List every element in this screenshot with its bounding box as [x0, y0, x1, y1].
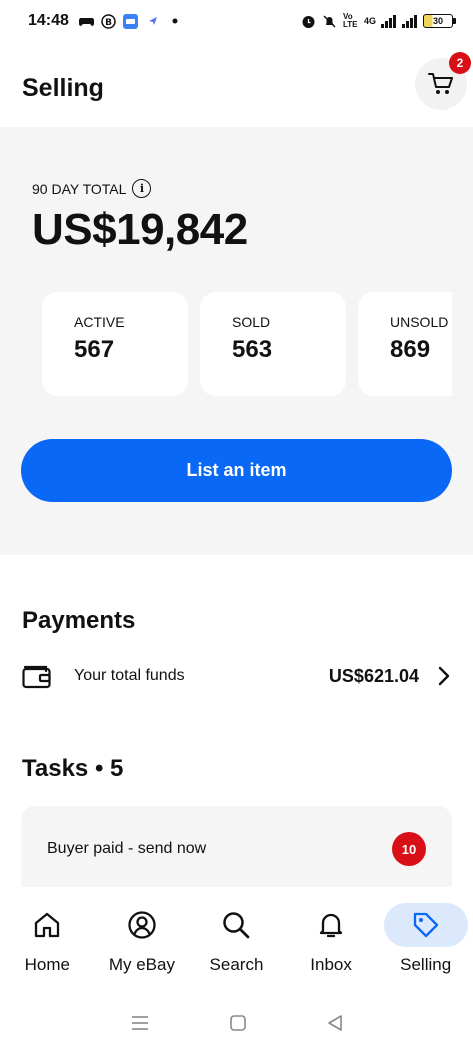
stats-carousel[interactable]: ACTIVE 567 SOLD 563 UNSOLD 869: [42, 292, 452, 397]
system-status-icons: Vo LTE 4G 30: [301, 12, 456, 29]
info-icon[interactable]: i: [132, 179, 152, 198]
bottom-navigation: Home My eBay Search Inbox Selling: [0, 887, 473, 987]
paper-plane-icon: [145, 13, 161, 29]
app-header: Selling 2: [0, 50, 473, 126]
total-label: 90 DAY TOTAL: [32, 180, 127, 197]
tag-icon: [413, 912, 438, 938]
signal-icon-2: [402, 13, 418, 29]
game-controller-icon: [79, 13, 95, 29]
system-navigation-bar: [0, 995, 473, 1050]
task-item[interactable]: Buyer paid - send now 10: [21, 806, 452, 892]
stat-label: SOLD: [232, 314, 271, 330]
total-funds-row[interactable]: Your total funds US$621.04: [0, 650, 473, 702]
tasks-title: Tasks • 5: [22, 755, 124, 782]
task-count-badge: 10: [392, 832, 426, 866]
funds-value: US$621.04: [328, 665, 419, 686]
payments-title: Payments: [22, 607, 136, 634]
nav-inbox[interactable]: Inbox: [284, 887, 379, 987]
stat-card-sold[interactable]: SOLD 563: [200, 292, 346, 396]
home-square-icon[interactable]: [229, 1014, 247, 1032]
notification-icons: B: [79, 13, 183, 29]
stat-label: ACTIVE: [74, 314, 125, 330]
task-label: Buyer paid - send now: [47, 840, 207, 857]
stat-value: 567: [74, 336, 115, 363]
total-label-row: 90 DAY TOTAL i: [32, 179, 152, 198]
svg-text:B: B: [105, 18, 112, 28]
stat-label: UNSOLD: [390, 314, 449, 330]
b-app-icon: B: [101, 13, 117, 29]
volte-indicator: Vo LTE: [342, 12, 358, 29]
list-item-button[interactable]: List an item: [21, 439, 452, 502]
nav-label: Inbox: [310, 955, 352, 974]
alarm-icon: [301, 13, 317, 29]
cart-count-badge: 2: [449, 52, 471, 74]
status-time: 14:48: [28, 12, 69, 29]
selling-summary: 90 DAY TOTAL i US$19,842 ACTIVE 567 SOLD…: [0, 127, 473, 555]
nav-icon-container: [383, 903, 468, 947]
cart-icon: [428, 73, 453, 94]
battery-icon: 30: [423, 14, 456, 28]
nav-label: Search: [209, 955, 264, 974]
nav-icon-container: [289, 903, 373, 947]
back-triangle-icon[interactable]: [326, 1014, 344, 1032]
menu-icon[interactable]: [130, 1015, 150, 1031]
nav-label: Selling: [400, 955, 452, 974]
nav-label: Home: [24, 955, 70, 974]
chevron-right-icon: [438, 666, 450, 686]
nav-home[interactable]: Home: [0, 887, 95, 987]
bell-icon: [319, 913, 343, 938]
profile-icon: [128, 911, 156, 939]
total-value: US$19,842: [32, 205, 248, 254]
nav-my-ebay[interactable]: My eBay: [95, 887, 190, 987]
status-bar: 14:48 B Vo LTE 4G 30: [0, 0, 473, 42]
nav-icon-container: [194, 903, 278, 947]
cart-button[interactable]: 2: [415, 52, 471, 110]
network-type: 4G: [363, 16, 376, 26]
stat-value: 563: [232, 336, 273, 363]
nav-icon-container: [5, 903, 89, 947]
signal-icon: [381, 13, 397, 29]
nav-icon-container: [100, 903, 184, 947]
chat-app-icon: [123, 13, 139, 29]
page-title: Selling: [22, 73, 104, 102]
nav-selling[interactable]: Selling: [378, 887, 473, 987]
more-notifications-dot-icon: [167, 13, 183, 29]
search-icon: [223, 912, 250, 939]
stat-value: 869: [390, 336, 431, 363]
stat-card-active[interactable]: ACTIVE 567: [42, 292, 188, 396]
mute-icon: [322, 13, 338, 29]
nav-search[interactable]: Search: [189, 887, 284, 987]
stat-card-unsold[interactable]: UNSOLD 869: [358, 292, 452, 396]
wallet-icon: [22, 665, 51, 689]
nav-label: My eBay: [108, 955, 175, 974]
funds-label: Your total funds: [74, 667, 185, 684]
home-icon: [35, 912, 60, 938]
